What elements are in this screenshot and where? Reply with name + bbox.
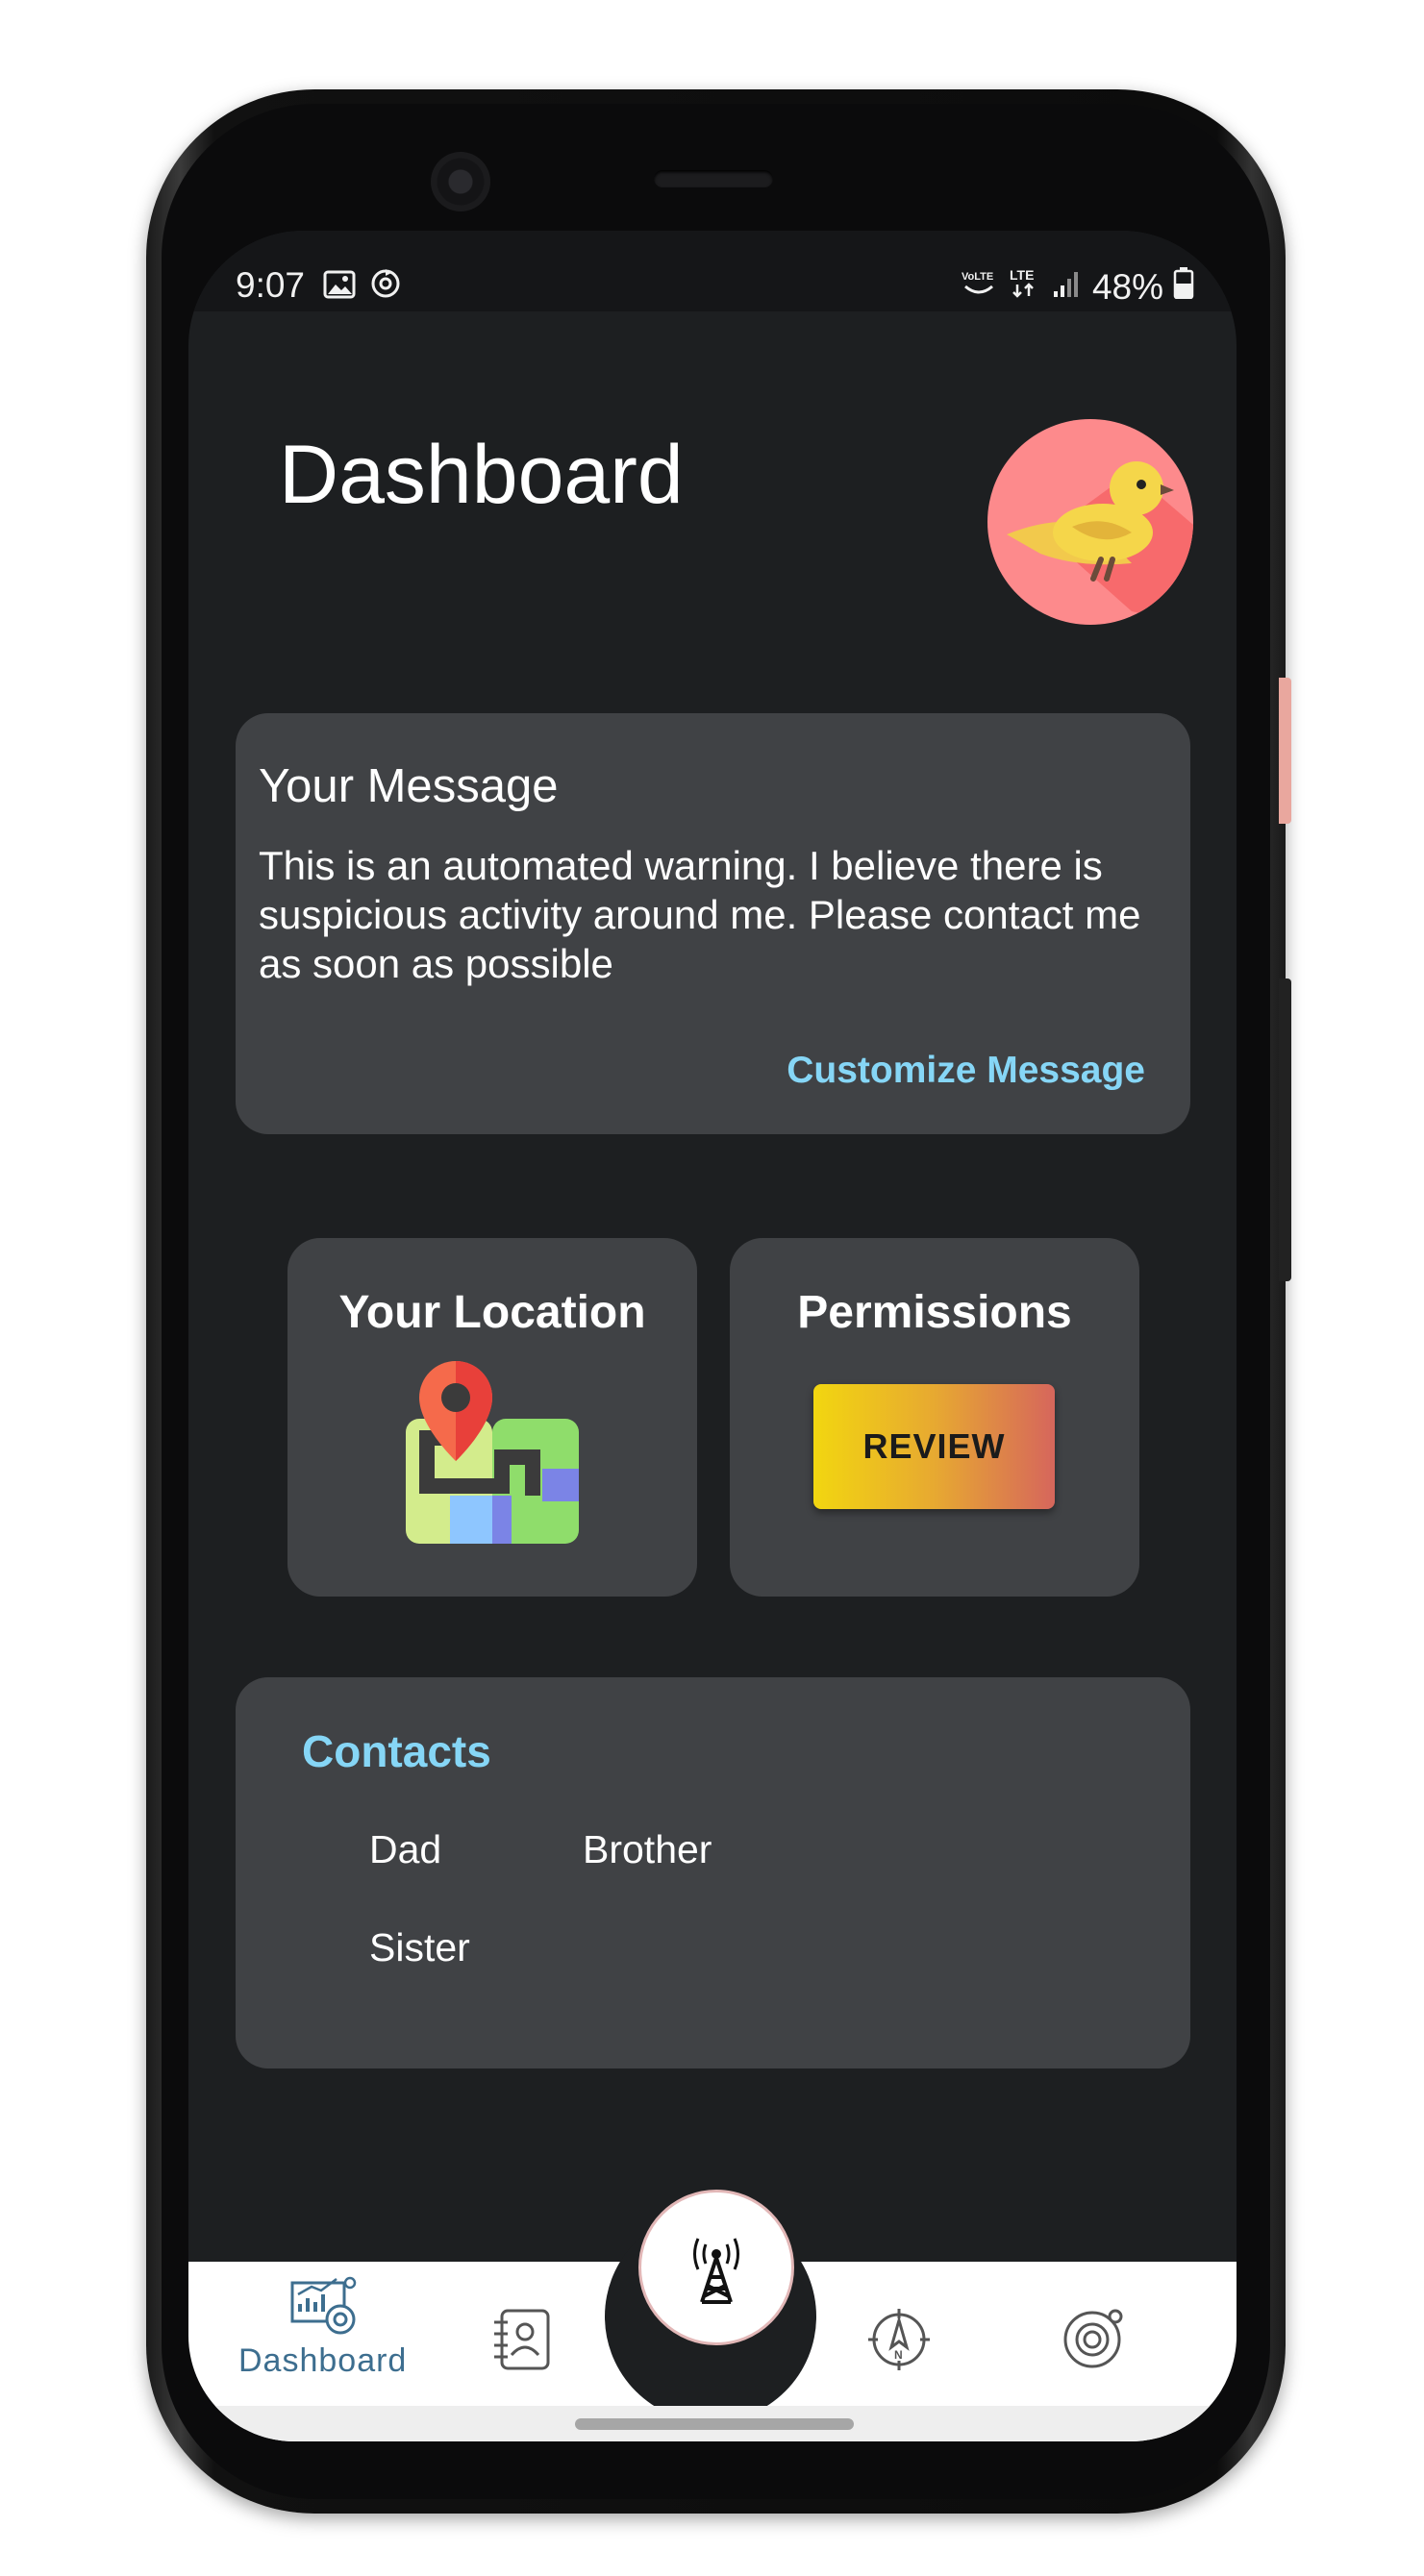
front-camera	[431, 152, 490, 211]
lte-icon: LTE	[1008, 265, 1042, 309]
sync-icon	[369, 267, 402, 309]
permissions-card: Permissions REVIEW	[730, 1238, 1139, 1597]
status-right-group: VoLTE LTE 48%	[960, 265, 1194, 309]
nav-contacts[interactable]	[487, 2305, 556, 2374]
contacts-book-icon	[494, 2309, 550, 2370]
bird-icon	[1007, 461, 1193, 625]
location-title: Your Location	[338, 1287, 646, 1338]
app-screen: 9:07 VoLTE LTE 48% Dashboard Your Messag…	[188, 231, 1237, 2441]
svg-text:N: N	[894, 2348, 903, 2362]
avatar[interactable]	[987, 419, 1193, 625]
message-card: Your Message This is an automated warnin…	[236, 713, 1190, 1134]
map-location-icon	[406, 1361, 579, 1544]
battery-icon	[1173, 266, 1194, 308]
signal-tower-icon	[693, 2238, 739, 2304]
signal-icon	[1052, 267, 1083, 308]
contact-item[interactable]: Sister	[369, 1925, 470, 1970]
contacts-heading: Contacts	[302, 1726, 491, 1776]
earpiece-speaker	[654, 170, 773, 187]
gallery-icon	[323, 267, 356, 308]
volume-button	[1279, 978, 1291, 1281]
svg-text:LTE: LTE	[1010, 267, 1034, 283]
message-heading: Your Message	[259, 760, 559, 812]
signal-tower-button[interactable]	[638, 2190, 794, 2345]
contact-item[interactable]: Brother	[583, 1827, 712, 1872]
review-button[interactable]: REVIEW	[813, 1384, 1055, 1509]
contacts-card: Contacts Dad Brother Sister	[236, 1677, 1190, 2068]
nav-dashboard[interactable]: Dashboard	[238, 2273, 407, 2380]
power-button	[1279, 678, 1291, 824]
compass-icon: N	[868, 2309, 930, 2370]
nav-dashboard-label: Dashboard	[238, 2342, 408, 2379]
home-indicator[interactable]	[575, 2418, 854, 2430]
contact-item[interactable]: Dad	[369, 1827, 441, 1872]
location-card[interactable]: Your Location	[287, 1238, 697, 1597]
dashboard-icon	[290, 2276, 356, 2335]
nav-orbit[interactable]	[1056, 2305, 1129, 2374]
svg-text:VoLTE: VoLTE	[962, 271, 993, 283]
battery-percent: 48%	[1091, 266, 1163, 307]
page-title: Dashboard	[279, 429, 684, 521]
permissions-title: Permissions	[797, 1287, 1072, 1338]
volte-icon: VoLTE	[960, 265, 998, 309]
nav-compass[interactable]: N	[864, 2305, 934, 2374]
status-bar: 9:07 VoLTE LTE 48%	[188, 231, 1237, 311]
status-time: 9:07	[236, 265, 306, 305]
customize-message-link[interactable]: Customize Message	[787, 1050, 1145, 1092]
orbit-settings-icon	[1063, 2309, 1123, 2368]
message-body: This is an automated warning. I believe …	[259, 843, 1141, 986]
